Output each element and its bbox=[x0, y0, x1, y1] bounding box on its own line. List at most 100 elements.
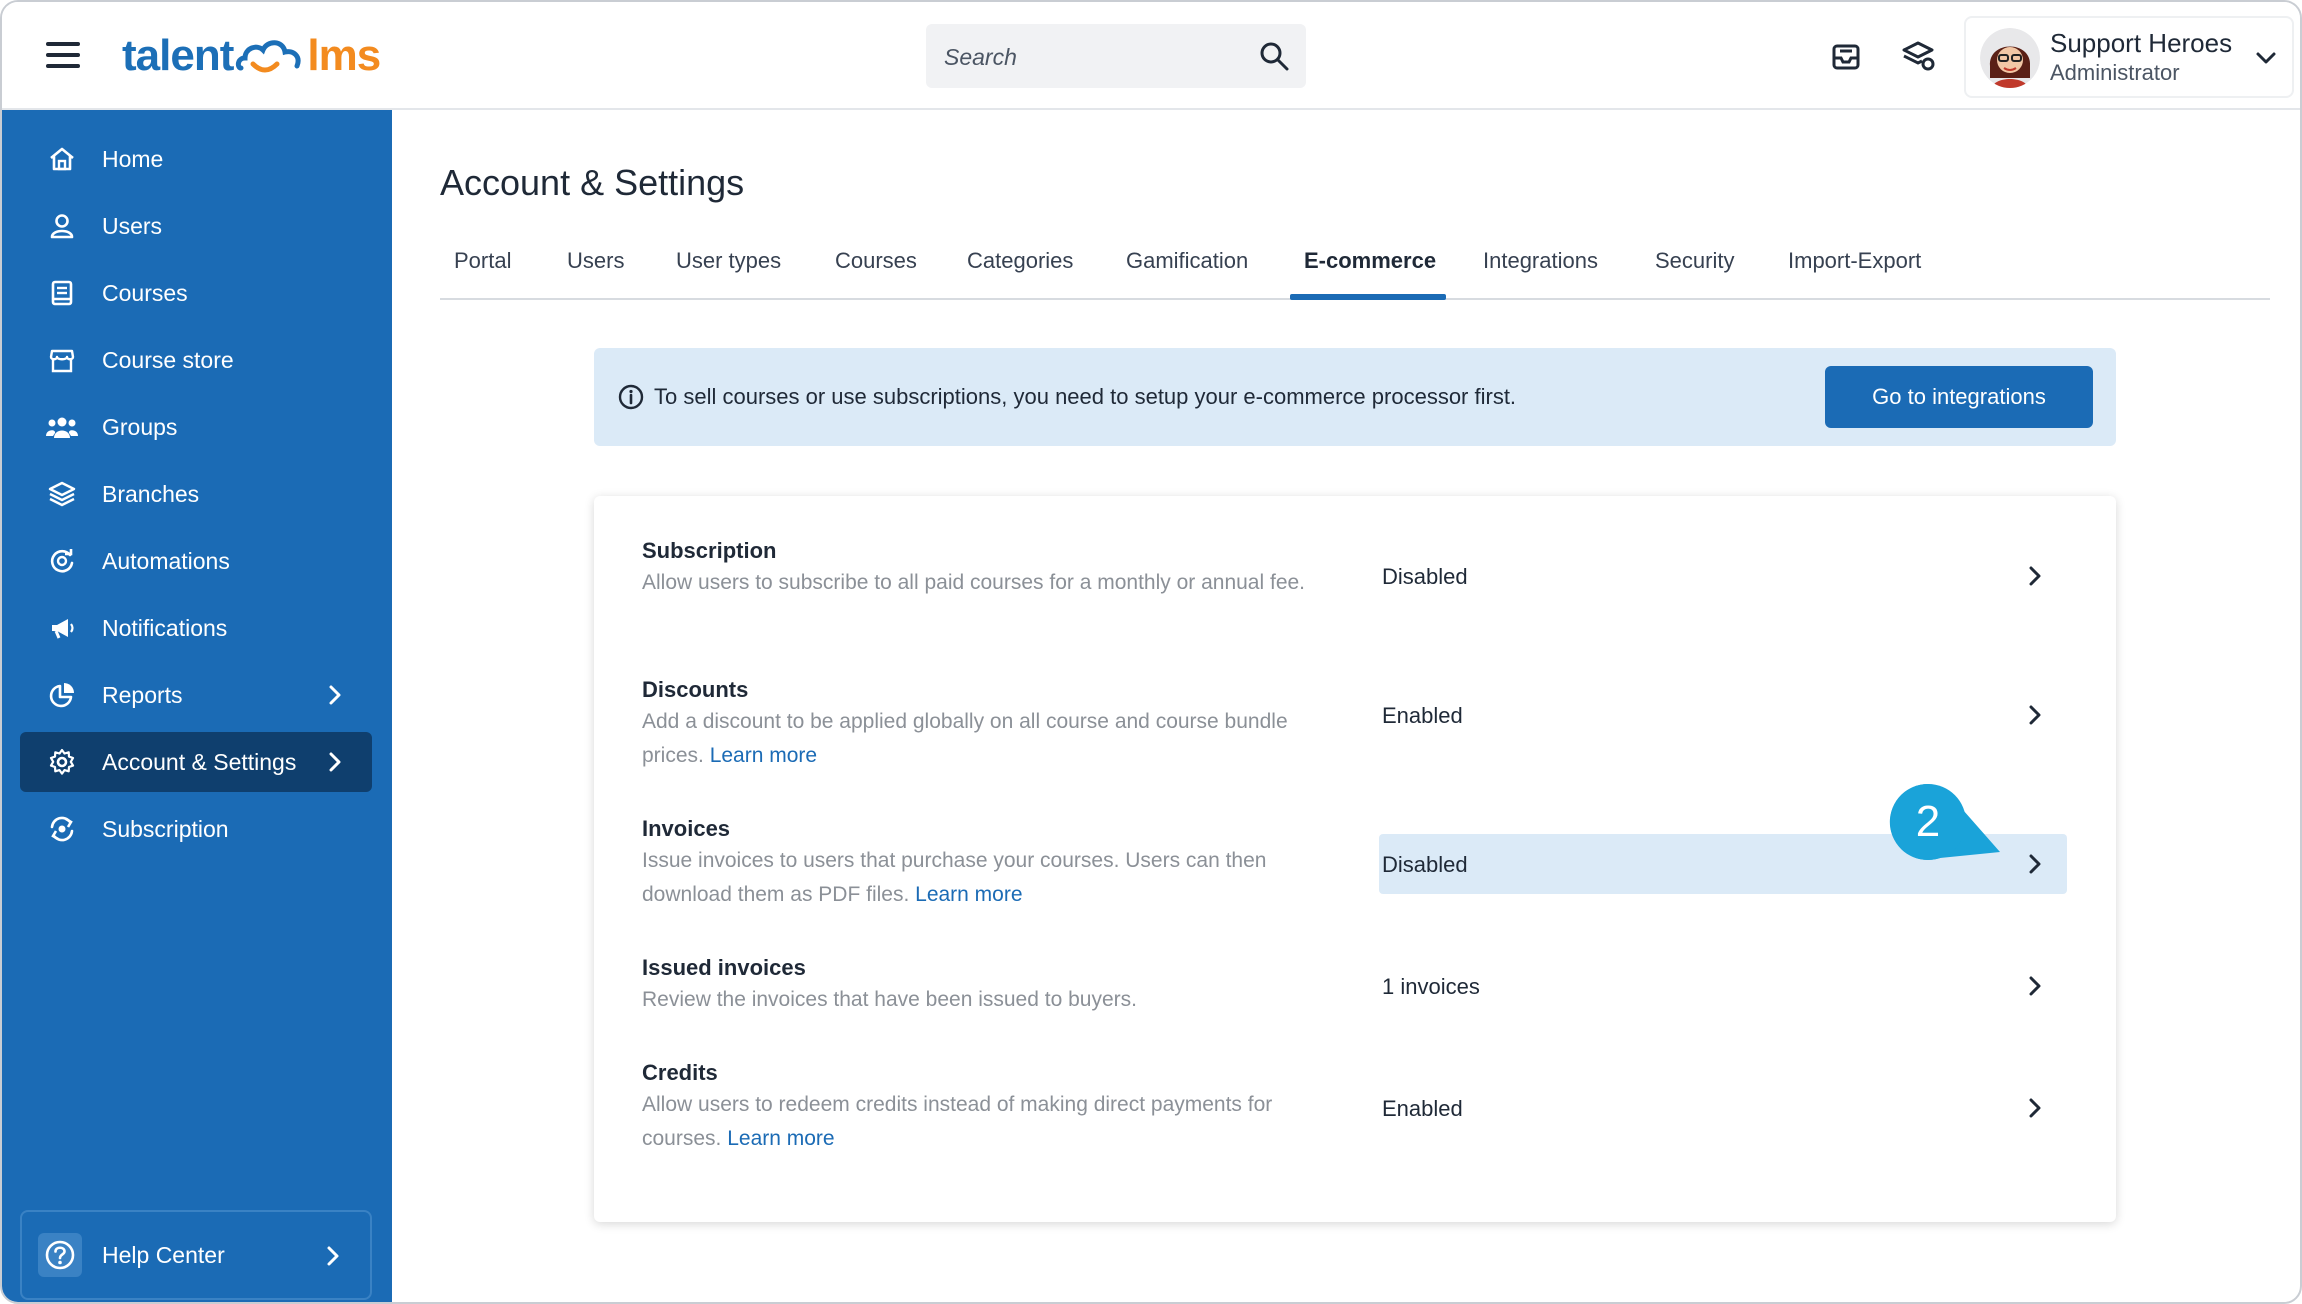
sidebar-item-label: Course store bbox=[102, 346, 234, 373]
sidebar-item-home[interactable]: Home bbox=[20, 129, 372, 189]
groups-icon bbox=[46, 411, 78, 443]
subscription-icon bbox=[46, 813, 78, 845]
chevron-right-icon[interactable] bbox=[2024, 848, 2046, 880]
tab-import-export[interactable]: Import-Export bbox=[1788, 248, 1921, 274]
top-header: talent lms Search Support Heroes Adminis… bbox=[2, 2, 2300, 110]
invoices-description: Issue invoices to users that purchase yo… bbox=[642, 844, 1342, 912]
learn-more-link[interactable]: Learn more bbox=[915, 883, 1022, 906]
tab-users[interactable]: Users bbox=[567, 248, 624, 274]
chevron-right-icon[interactable] bbox=[2024, 699, 2046, 731]
active-tab-indicator bbox=[1290, 294, 1446, 300]
search-input[interactable]: Search bbox=[926, 24, 1306, 88]
chevron-right-icon[interactable] bbox=[2024, 560, 2046, 592]
chevron-right-icon[interactable] bbox=[2024, 970, 2046, 1002]
subscription-status: Disabled bbox=[1382, 564, 1468, 589]
app-window: talent lms Search Support Heroes Adminis… bbox=[0, 0, 2302, 1304]
sidebar-item-label: Automations bbox=[102, 547, 230, 574]
tab-integrations[interactable]: Integrations bbox=[1483, 248, 1598, 274]
discounts-title: Discounts bbox=[642, 677, 749, 702]
go-to-integrations-button[interactable]: Go to integrations bbox=[1825, 366, 2093, 428]
sidebar-item-label: Reports bbox=[102, 681, 183, 708]
book-icon bbox=[46, 277, 78, 309]
learn-more-link[interactable]: Learn more bbox=[727, 1127, 834, 1150]
tab-categories[interactable]: Categories bbox=[967, 248, 1073, 274]
banner-text: To sell courses or use subscriptions, yo… bbox=[654, 384, 1517, 409]
help-icon bbox=[38, 1233, 82, 1277]
logo-text-right: lms bbox=[307, 31, 381, 80]
chevron-right-icon bbox=[327, 1246, 339, 1266]
menu-icon[interactable] bbox=[46, 42, 80, 70]
discounts-description: Add a discount to be applied globally on… bbox=[642, 705, 1342, 773]
tab-user-types[interactable]: User types bbox=[676, 248, 781, 274]
sidebar-item-notifications[interactable]: Notifications bbox=[20, 598, 372, 658]
credits-description: Allow users to redeem credits instead of… bbox=[642, 1088, 1342, 1156]
step-number: 2 bbox=[1916, 797, 1940, 846]
credits-title: Credits bbox=[642, 1060, 718, 1085]
sidebar-item-label: Courses bbox=[102, 279, 188, 306]
home-icon bbox=[46, 143, 78, 175]
user-name: Support Heroes bbox=[2050, 28, 2233, 58]
tab-portal[interactable]: Portal bbox=[454, 248, 511, 274]
step-callout-badge: 2 bbox=[1889, 783, 2000, 860]
user-role: Administrator bbox=[2050, 60, 2180, 85]
store-icon bbox=[46, 344, 78, 376]
issued-invoices-description: Review the invoices that have been issue… bbox=[642, 983, 1342, 1017]
gear-icon bbox=[46, 746, 78, 778]
discounts-status: Enabled bbox=[1382, 703, 1463, 728]
issued-invoices-status: 1 invoices bbox=[1382, 974, 1480, 999]
issued-invoices-title: Issued invoices bbox=[642, 955, 806, 980]
sidebar-item-account-settings[interactable]: Account & Settings bbox=[20, 732, 372, 792]
sidebar-item-reports[interactable]: Reports bbox=[20, 665, 372, 725]
tab-courses[interactable]: Courses bbox=[835, 248, 917, 274]
sidebar-item-branches[interactable]: Branches bbox=[20, 464, 372, 524]
megaphone-icon bbox=[46, 612, 78, 644]
chevron-right-icon bbox=[329, 752, 341, 772]
sidebar-item-label: Users bbox=[102, 212, 163, 239]
sidebar-item-label: Home bbox=[102, 145, 164, 172]
sidebar-item-groups[interactable]: Groups bbox=[20, 397, 372, 457]
invoices-status: Disabled bbox=[1382, 852, 1468, 877]
subscription-description: Allow users to subscribe to all paid cou… bbox=[642, 566, 1342, 600]
invoices-title: Invoices bbox=[642, 816, 731, 841]
sidebar-item-automations[interactable]: Automations bbox=[20, 531, 372, 591]
sidebar: Home Users Courses Course store Groups B… bbox=[2, 110, 392, 1302]
learn-more-link[interactable]: Learn more bbox=[710, 744, 817, 767]
courses-settings-icon[interactable] bbox=[1900, 38, 1936, 74]
subscription-title: Subscription bbox=[642, 538, 777, 563]
user-icon bbox=[46, 210, 78, 242]
sidebar-item-label: Branches bbox=[102, 480, 200, 507]
sidebar-item-users[interactable]: Users bbox=[20, 196, 372, 256]
sidebar-item-label: Subscription bbox=[102, 815, 229, 842]
info-icon bbox=[618, 384, 644, 410]
sidebar-item-subscription[interactable]: Subscription bbox=[20, 799, 372, 859]
help-center-button[interactable]: Help Center bbox=[20, 1210, 372, 1300]
tab-e-commerce[interactable]: E-commerce bbox=[1304, 248, 1436, 274]
search-icon[interactable] bbox=[1258, 40, 1290, 72]
automation-icon bbox=[46, 545, 78, 577]
logo-text-left: talent bbox=[122, 31, 234, 80]
sidebar-item-label: Notifications bbox=[102, 614, 228, 641]
tab-security[interactable]: Security bbox=[1655, 248, 1734, 274]
chevron-right-icon bbox=[329, 685, 341, 705]
chevron-down-icon[interactable] bbox=[2254, 46, 2278, 70]
sidebar-item-label: Account & Settings bbox=[102, 748, 297, 775]
cloud-smile-icon bbox=[236, 40, 301, 73]
avatar bbox=[1980, 28, 2040, 88]
chevron-right-icon[interactable] bbox=[2024, 1092, 2046, 1124]
user-menu[interactable]: Support Heroes Administrator bbox=[1964, 16, 2294, 98]
inbox-icon[interactable] bbox=[1828, 38, 1864, 74]
pie-chart-icon bbox=[46, 679, 78, 711]
settings-tabs: Portal Users User types Courses Categori… bbox=[440, 238, 2270, 300]
help-center-label: Help Center bbox=[102, 1241, 225, 1268]
search-placeholder: Search bbox=[944, 44, 1017, 70]
sidebar-item-label: Groups bbox=[102, 413, 178, 440]
page-title: Account & Settings bbox=[440, 162, 745, 203]
info-banner: To sell courses or use subscriptions, yo… bbox=[594, 348, 2116, 446]
credits-status: Enabled bbox=[1382, 1096, 1463, 1121]
tab-gamification[interactable]: Gamification bbox=[1126, 248, 1248, 274]
description-text: Allow users to subscribe to all paid cou… bbox=[642, 571, 1306, 594]
sidebar-item-course-store[interactable]: Course store bbox=[20, 330, 372, 390]
sidebar-item-courses[interactable]: Courses bbox=[20, 263, 372, 323]
description-text: Review the invoices that have been issue… bbox=[642, 988, 1137, 1011]
talentlms-logo[interactable]: talent lms bbox=[122, 26, 381, 86]
